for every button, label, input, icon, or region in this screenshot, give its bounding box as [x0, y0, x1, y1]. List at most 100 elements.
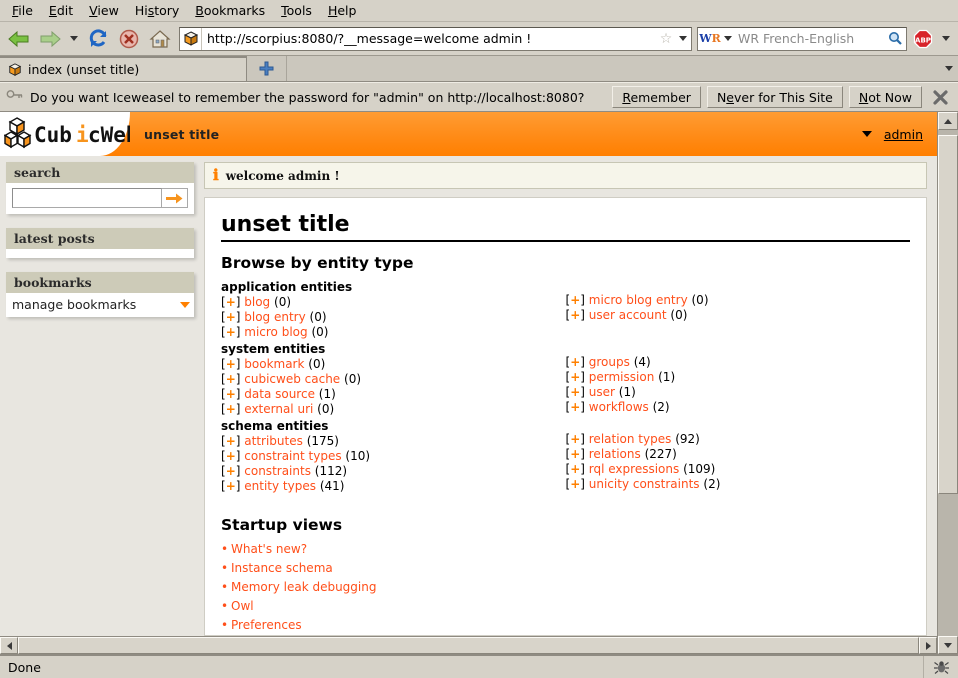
caret-down-icon[interactable] — [180, 301, 190, 308]
plus-icon[interactable]: + — [570, 355, 580, 369]
expand-toggle[interactable]: [+] — [566, 308, 585, 322]
search-submit-button[interactable] — [162, 188, 188, 208]
never-for-this-site-button[interactable]: Never for This Site — [706, 86, 843, 108]
plus-icon[interactable]: + — [570, 447, 580, 461]
plus-icon[interactable]: + — [226, 310, 236, 324]
expand-toggle[interactable]: [+] — [566, 400, 585, 414]
menu-bookmarks[interactable]: Bookmarks — [187, 1, 273, 20]
url-bar[interactable]: http://scorpius:8080/?__message=welcome … — [179, 26, 692, 51]
stop-icon[interactable] — [115, 25, 143, 53]
search-input[interactable]: WR French-English — [734, 31, 884, 46]
entity-type-link[interactable]: constraint types — [244, 449, 341, 463]
horizontal-scrollbar[interactable] — [0, 636, 937, 654]
expand-toggle[interactable]: [+] — [221, 434, 240, 448]
expand-toggle[interactable]: [+] — [221, 325, 240, 339]
plus-icon[interactable]: + — [226, 479, 236, 493]
manage-bookmarks-item[interactable]: manage bookmarks — [6, 293, 194, 317]
startup-view-link[interactable]: Memory leak debugging — [231, 580, 376, 594]
entity-type-link[interactable]: blog — [244, 295, 270, 309]
entity-type-link[interactable]: entity types — [244, 479, 316, 493]
expand-toggle[interactable]: [+] — [566, 447, 585, 461]
plus-icon[interactable]: + — [226, 434, 236, 448]
new-tab-button[interactable] — [247, 56, 287, 81]
plus-icon[interactable]: + — [570, 293, 580, 307]
bug-icon[interactable] — [924, 656, 958, 678]
plus-icon[interactable]: + — [570, 477, 580, 491]
hscroll-thumb[interactable] — [18, 637, 919, 654]
expand-toggle[interactable]: [+] — [221, 449, 240, 463]
back-arrow-icon[interactable] — [5, 25, 33, 53]
user-menu-link[interactable]: admin — [884, 127, 923, 142]
entity-type-link[interactable]: data source — [244, 387, 315, 401]
plus-icon[interactable]: + — [570, 432, 580, 446]
entity-type-link[interactable]: groups — [589, 355, 630, 369]
entity-type-link[interactable]: micro blog entry — [589, 293, 688, 307]
expand-toggle[interactable]: [+] — [566, 370, 585, 384]
expand-toggle[interactable]: [+] — [221, 372, 240, 386]
entity-type-link[interactable]: unicity constraints — [589, 477, 700, 491]
expand-toggle[interactable]: [+] — [566, 293, 585, 307]
adblock-dropdown-icon[interactable] — [939, 25, 953, 53]
arrow-up-icon[interactable] — [938, 112, 958, 130]
expand-toggle[interactable]: [+] — [566, 385, 585, 399]
forward-arrow-icon[interactable] — [36, 25, 64, 53]
arrow-down-icon[interactable] — [938, 636, 958, 654]
vscroll-thumb[interactable] — [938, 135, 958, 495]
plus-icon[interactable]: + — [226, 295, 236, 309]
expand-toggle[interactable]: [+] — [221, 464, 240, 478]
arrow-left-icon[interactable] — [0, 637, 18, 654]
entity-type-link[interactable]: workflows — [589, 400, 649, 414]
vscroll-track[interactable] — [938, 130, 958, 636]
expand-toggle[interactable]: [+] — [221, 479, 240, 493]
entity-type-link[interactable]: blog entry — [244, 310, 305, 324]
plus-icon[interactable]: + — [226, 387, 236, 401]
entity-type-link[interactable]: micro blog — [244, 325, 307, 339]
entity-type-link[interactable]: cubicweb cache — [244, 372, 340, 386]
plus-icon[interactable]: + — [570, 385, 580, 399]
entity-type-link[interactable]: attributes — [244, 434, 303, 448]
plus-icon[interactable]: + — [226, 402, 236, 416]
not-now-button[interactable]: Not Now — [848, 86, 922, 108]
remember-password-button[interactable]: Remember — [612, 86, 701, 108]
url-dropdown-icon[interactable] — [675, 36, 691, 41]
expand-toggle[interactable]: [+] — [221, 357, 240, 371]
arrow-right-icon[interactable] — [919, 637, 937, 654]
star-icon[interactable]: ☆ — [657, 32, 675, 46]
caret-down-icon[interactable] — [861, 131, 872, 137]
expand-toggle[interactable]: [+] — [566, 355, 585, 369]
plus-icon[interactable]: + — [226, 357, 236, 371]
entity-type-link[interactable]: relation types — [589, 432, 672, 446]
hscroll-track[interactable] — [18, 637, 919, 654]
startup-view-link[interactable]: Instance schema — [231, 561, 333, 575]
entity-type-link[interactable]: permission — [589, 370, 655, 384]
plus-icon[interactable]: + — [226, 464, 236, 478]
entity-type-link[interactable]: user — [589, 385, 615, 399]
url-text[interactable]: http://scorpius:8080/?__message=welcome … — [202, 31, 657, 46]
magnifier-icon[interactable] — [884, 31, 906, 46]
adblock-plus-icon[interactable]: ABP — [910, 29, 936, 49]
tab-index[interactable]: index (unset title) — [0, 56, 247, 81]
expand-toggle[interactable]: [+] — [221, 402, 240, 416]
startup-view-link[interactable]: Preferences — [231, 618, 302, 632]
menu-tools[interactable]: Tools — [273, 1, 320, 20]
expand-toggle[interactable]: [+] — [566, 477, 585, 491]
expand-toggle[interactable]: [+] — [221, 310, 240, 324]
plus-icon[interactable]: + — [570, 462, 580, 476]
plus-icon[interactable]: + — [226, 449, 236, 463]
plus-icon[interactable]: + — [226, 372, 236, 386]
expand-toggle[interactable]: [+] — [221, 295, 240, 309]
plus-icon[interactable]: + — [226, 325, 236, 339]
expand-toggle[interactable]: [+] — [221, 387, 240, 401]
vertical-scrollbar[interactable] — [937, 112, 958, 654]
search-input[interactable] — [12, 188, 162, 208]
plus-icon[interactable]: + — [570, 308, 580, 322]
entity-type-link[interactable]: user account — [589, 308, 667, 322]
menu-view[interactable]: View — [81, 1, 127, 20]
startup-view-link[interactable]: Owl — [231, 599, 254, 613]
close-icon[interactable] — [928, 89, 952, 105]
entity-type-link[interactable]: bookmark — [244, 357, 304, 371]
startup-view-link[interactable]: What's new? — [231, 542, 307, 556]
plus-icon[interactable]: + — [570, 400, 580, 414]
expand-toggle[interactable]: [+] — [566, 462, 585, 476]
home-icon[interactable] — [146, 25, 174, 53]
